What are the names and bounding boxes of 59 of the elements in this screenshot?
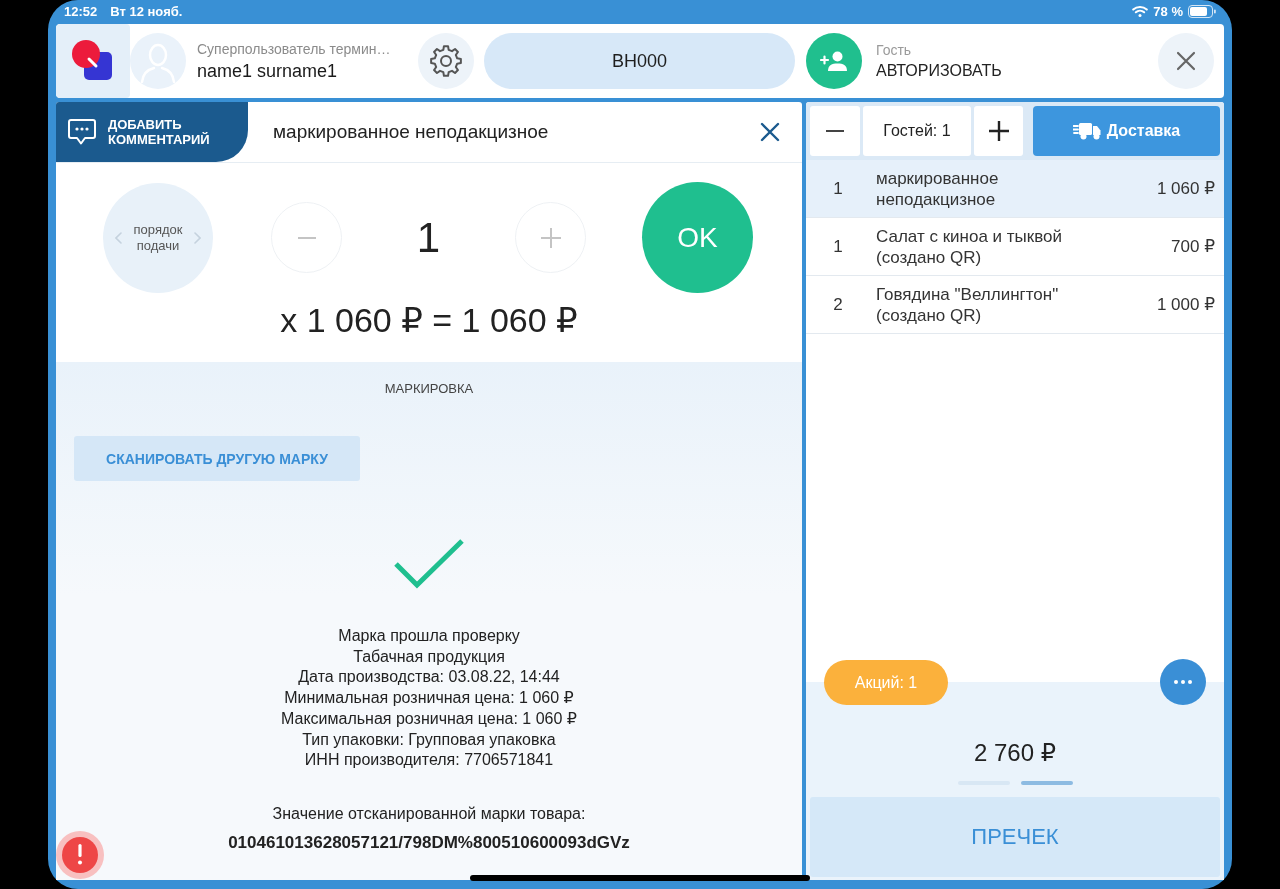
item-quantity: 1 — [832, 236, 844, 257]
item-price: 700 ₽ — [1171, 236, 1216, 257]
item-title: маркированное неподакцизное — [273, 121, 549, 143]
mark-detail: ИНН производителя: 7706571841 — [304, 750, 554, 771]
order-row[interactable]: 1 маркированное неподакцизное 1 060 ₽ — [806, 160, 1224, 218]
mark-detail: Тип упаковки: Групповая упаковка — [302, 729, 556, 750]
alert-icon[interactable] — [56, 831, 104, 879]
guest-label: Гость — [876, 41, 913, 59]
quantity-value: 1 — [415, 212, 442, 263]
order-row[interactable]: 1 Салат с киноа и тыквой (создано QR) 700 ₽ — [806, 218, 1224, 276]
chevron-left-icon — [115, 231, 122, 244]
user-role: Суперпользователь термин… — [197, 40, 392, 58]
code-label: Значение отсканированной марки товара: — [272, 803, 586, 824]
item-quantity: 2 — [832, 294, 844, 315]
mark-code: 010461013628057121/798DM%800510600093dGVz — [228, 831, 630, 854]
settings-button[interactable] — [418, 33, 474, 89]
plus-icon — [540, 227, 561, 248]
increase-guests-button[interactable] — [974, 106, 1023, 156]
total-amount: 2 760 ₽ — [974, 739, 1056, 767]
guest-count[interactable]: Гостей: 1 — [863, 106, 971, 156]
item-price: 1 060 ₽ — [1156, 178, 1216, 199]
user-name: name1 surname1 — [197, 60, 339, 82]
item-quantity: 1 — [832, 178, 844, 199]
order-row[interactable]: 2 Говядина "Веллингтон" (создано QR) 1 000 ₽ — [806, 276, 1224, 334]
battery-percent: 78 % — [1153, 3, 1183, 19]
close-button[interactable] — [1158, 33, 1214, 89]
more-button[interactable] — [1160, 659, 1206, 705]
table-button[interactable]: ВН000 — [484, 33, 795, 89]
comment-button[interactable]: ДОБАВИТЬ КОММЕНТАРИЙ — [56, 102, 248, 162]
more-icon — [1174, 680, 1192, 684]
battery-icon — [1188, 4, 1216, 18]
course-order-button[interactable]: порядок подачи — [103, 182, 213, 293]
price-formula: x 1 060 ₽ = 1 060 ₽ — [280, 300, 578, 340]
add-guest-button[interactable] — [806, 33, 862, 89]
authorize-link[interactable]: АВТОРИЗОВАТЬ — [876, 61, 1002, 81]
add-person-icon — [820, 51, 848, 71]
status-date: Вт 12 нояб. — [110, 3, 183, 19]
avatar-icon — [130, 33, 186, 89]
item-name: Говядина "Веллингтон" (создано QR) — [876, 283, 1060, 326]
item-name: Салат с киноа и тыквой (создано QR) — [876, 225, 1064, 268]
chevron-right-icon — [194, 231, 201, 244]
close-icon[interactable] — [760, 122, 780, 142]
mark-detail: Табачная продукция — [353, 646, 505, 667]
mark-detail: Дата производства: 03.08.22, 14:44 — [298, 667, 560, 688]
close-icon — [1176, 51, 1196, 71]
status-time: 12:52 — [64, 3, 98, 19]
plus-icon — [988, 121, 1009, 141]
minus-icon — [826, 130, 844, 132]
settings-icon — [429, 44, 463, 78]
wifi-icon — [1132, 5, 1149, 17]
truck-icon — [1072, 122, 1101, 140]
item-price: 1 000 ₽ — [1156, 294, 1216, 315]
mark-detail: Максимальная розничная цена: 1 060 ₽ — [281, 708, 577, 729]
comment-icon — [68, 119, 96, 145]
item-name: маркированное неподакцизное — [876, 167, 1000, 210]
minus-icon — [297, 236, 316, 239]
mark-detail: Марка прошла проверку — [338, 626, 520, 646]
mark-detail: Минимальная розничная цена: 1 060 ₽ — [284, 688, 574, 709]
section-heading: МАРКИРОВКА — [384, 381, 474, 397]
